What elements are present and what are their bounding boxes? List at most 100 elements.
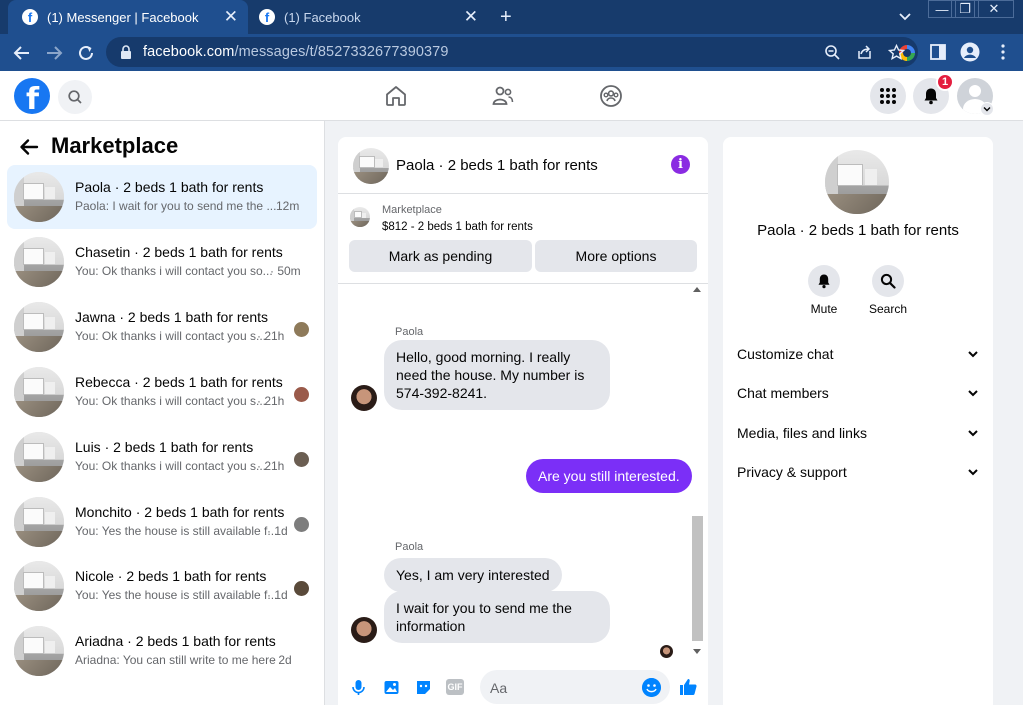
facebook-logo-letter: f (26, 82, 40, 114)
conversation-item[interactable]: Monchito · 2 beds 1 bath for rents You: … (7, 490, 317, 554)
conversation-time: · 21h (257, 329, 285, 343)
back-arrow-icon[interactable] (18, 136, 40, 158)
profile-icon[interactable] (960, 42, 980, 62)
new-tab-button[interactable]: + (500, 6, 512, 29)
close-tab-icon[interactable]: ✕ (464, 7, 478, 27)
close-window-icon[interactable]: ✕ (974, 0, 1014, 18)
conversation-preview: You: Ok thanks i will contact you so... (75, 264, 273, 278)
conversation-item[interactable]: Rebecca · 2 beds 1 bath for rents You: O… (7, 360, 317, 424)
chevron-down-icon (968, 469, 978, 476)
sender-avatar[interactable] (351, 617, 377, 643)
search-icon (880, 273, 896, 289)
media-files-links-section[interactable]: Media, files and links (737, 421, 979, 445)
conversation-preview: You: Yes the house is still available f.… (75, 588, 278, 602)
scroll-down-icon[interactable] (693, 649, 701, 654)
emoji-icon[interactable] (642, 678, 661, 697)
tab-messenger[interactable]: f (1) Messenger | Facebook ✕ (8, 0, 248, 34)
conversation-preview: Paola: I wait for you to send me the ... (75, 199, 277, 213)
tab-search-chevron-icon[interactable] (898, 9, 912, 23)
conversation-item[interactable]: Jawna · 2 beds 1 bath for rents You: Ok … (7, 295, 317, 359)
search-in-conversation-button[interactable] (872, 265, 904, 297)
listing-thumbnail (14, 432, 64, 482)
reload-icon[interactable] (76, 43, 96, 63)
message-bubble-incoming: Hello, good morning. I really need the h… (384, 340, 610, 410)
message-placeholder: Aa (490, 680, 508, 696)
conversation-preview: You: Yes the house is still available f.… (75, 524, 278, 538)
more-options-button[interactable]: More options (535, 240, 697, 272)
sender-avatar[interactable] (351, 385, 377, 411)
message-composer: GIF Aa (338, 667, 708, 705)
chrome-menu-icon[interactable] (994, 43, 1012, 61)
conversation-preview: You: Ok thanks i will contact you s... (75, 459, 266, 473)
close-tab-icon[interactable]: ✕ (224, 7, 238, 27)
mark-as-pending-button[interactable]: Mark as pending (349, 240, 532, 272)
panel-title: Marketplace (51, 133, 179, 158)
facebook-favicon-icon: f (22, 9, 38, 25)
conversation-name: Nicole · 2 beds 1 bath for rents (75, 568, 267, 584)
conversation-time: 12m (276, 199, 300, 213)
conversation-item[interactable]: Chasetin · 2 beds 1 bath for rents You: … (7, 230, 317, 294)
back-icon[interactable] (12, 43, 32, 63)
listing-thumbnail (14, 302, 64, 352)
mute-action[interactable]: Mute (794, 265, 854, 316)
chat-scrollbar[interactable] (690, 284, 704, 657)
friends-icon[interactable] (491, 84, 515, 108)
conversation-name: Rebecca · 2 beds 1 bath for rents (75, 374, 283, 390)
read-receipt-avatar (294, 387, 309, 402)
bookmark-star-icon[interactable] (888, 44, 905, 61)
address-bar[interactable]: facebook.com/messages/t/8527332677390379 (106, 37, 918, 67)
lock-icon[interactable] (120, 45, 132, 59)
microphone-icon[interactable] (350, 679, 367, 696)
url-text: facebook.com/messages/t/8527332677390379 (143, 44, 449, 60)
message-input[interactable]: Aa (480, 670, 670, 704)
chat-title[interactable]: Paola · 2 beds 1 bath for rents (396, 157, 598, 174)
chat-members-section[interactable]: Chat members (737, 381, 979, 405)
customize-chat-section[interactable]: Customize chat (737, 342, 979, 366)
tab-title: (1) Messenger | Facebook (47, 9, 199, 25)
search-action[interactable]: Search (858, 265, 918, 316)
conversation-name: Jawna · 2 beds 1 bath for rents (75, 309, 268, 325)
section-label: Media, files and links (737, 425, 867, 441)
grid-menu-icon (880, 88, 896, 104)
zoom-icon[interactable] (824, 44, 841, 61)
tab-facebook[interactable]: f (1) Facebook ✕ (248, 0, 488, 34)
menu-button[interactable] (870, 78, 906, 114)
seen-avatar (660, 645, 673, 658)
conversation-item[interactable]: Paola · 2 beds 1 bath for rents Paola: I… (7, 165, 317, 229)
gif-icon[interactable]: GIF (446, 679, 464, 695)
privacy-support-section[interactable]: Privacy & support (737, 460, 979, 484)
conversation-time: · 50m (270, 264, 301, 278)
listing-thumbnail (14, 367, 64, 417)
bell-icon (924, 88, 938, 105)
chevron-down-icon (968, 351, 978, 358)
scroll-up-icon[interactable] (693, 287, 701, 292)
chat-panel: Paola · 2 beds 1 bath for rents i Market… (338, 137, 708, 705)
forward-icon[interactable] (44, 43, 64, 63)
account-chevron-icon[interactable] (980, 102, 994, 116)
facebook-search-button[interactable] (58, 80, 92, 114)
chevron-down-icon (968, 390, 978, 397)
groups-icon[interactable] (599, 84, 623, 108)
share-icon[interactable] (856, 44, 873, 61)
conversation-item[interactable]: Ariadna · 2 beds 1 bath for rents Ariadn… (7, 619, 317, 683)
notification-badge: 1 (936, 73, 954, 91)
conversation-item[interactable]: Luis · 2 beds 1 bath for rents You: Ok t… (7, 425, 317, 489)
message-bubble-outgoing: Are you still interested. (526, 459, 692, 493)
side-panel-icon[interactable] (929, 43, 947, 61)
like-thumbs-up-icon[interactable] (678, 677, 698, 697)
home-icon[interactable] (384, 84, 408, 108)
listing-price[interactable]: $812 - 2 beds 1 bath for rents (382, 221, 533, 233)
facebook-logo[interactable]: f (14, 78, 50, 114)
conversation-item[interactable]: Nicole · 2 beds 1 bath for rents You: Ye… (7, 554, 317, 618)
photo-icon[interactable] (383, 679, 400, 696)
info-icon[interactable]: i (671, 155, 690, 174)
chat-avatar[interactable] (353, 148, 389, 184)
sticker-icon[interactable] (415, 679, 432, 696)
scroll-thumb[interactable] (692, 516, 703, 641)
read-receipt-avatar (294, 452, 309, 467)
listing-thumbnail[interactable] (350, 207, 370, 227)
conversation-time: · 2d (271, 653, 292, 667)
conversation-time: · 1d (267, 524, 288, 538)
message-bubble-incoming: Yes, I am very interested (384, 558, 562, 592)
mute-button[interactable] (808, 265, 840, 297)
